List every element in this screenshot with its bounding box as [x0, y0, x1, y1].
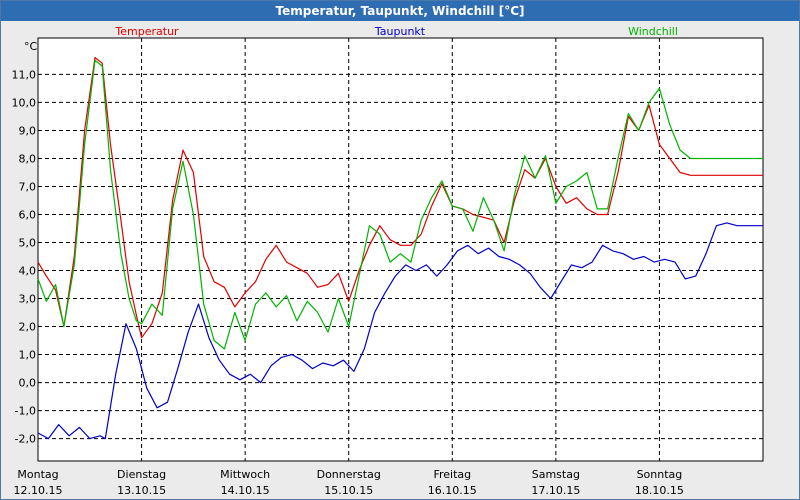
line-chart: °C Temperatur Taupunkt Windchill 11,0 10,…	[12, 25, 764, 497]
x-tick-day: Sonntag	[637, 468, 683, 481]
y-tick-label: 10,0	[12, 96, 37, 109]
y-tick-label: 6,0	[19, 208, 37, 221]
y-tick-label: 5,0	[19, 236, 37, 249]
x-tick-date: 13.10.15	[117, 484, 166, 497]
x-tick-day: Montag	[17, 468, 58, 481]
y-axis-unit: °C	[24, 40, 38, 53]
y-tick-label: 8,0	[19, 152, 37, 165]
y-tick-label: 0,0	[19, 377, 37, 390]
y-tick-label: 11,0	[12, 68, 37, 81]
x-tick-day: Donnerstag	[317, 468, 381, 481]
x-tick-date: 16.10.15	[428, 484, 477, 497]
x-tick-date: 18.10.15	[635, 484, 684, 497]
y-tick-label: -1,0	[15, 405, 36, 418]
plot-area	[37, 37, 764, 462]
y-tick-label: 4,0	[19, 265, 37, 278]
y-tick-label: -2,0	[15, 433, 36, 446]
y-tick-label: 7,0	[19, 180, 37, 193]
x-tick-date: 12.10.15	[14, 484, 63, 497]
x-tick-day: Dienstag	[117, 468, 166, 481]
x-tick-day: Samstag	[532, 468, 580, 481]
y-tick-label: 9,0	[19, 124, 37, 137]
x-tick-day: Freitag	[433, 468, 471, 481]
y-tick-label: 3,0	[19, 293, 37, 306]
x-tick-date: 14.10.15	[221, 484, 270, 497]
x-tick-date: 15.10.15	[324, 484, 373, 497]
y-tick-label: 1,0	[19, 349, 37, 362]
legend-windchill: Windchill	[628, 25, 678, 38]
legend-temperatur: Temperatur	[114, 25, 179, 38]
x-tick-day: Mittwoch	[220, 468, 270, 481]
y-tick-label: 2,0	[19, 321, 37, 334]
legend-taupunkt: Taupunkt	[374, 25, 426, 38]
x-tick-date: 17.10.15	[531, 484, 580, 497]
